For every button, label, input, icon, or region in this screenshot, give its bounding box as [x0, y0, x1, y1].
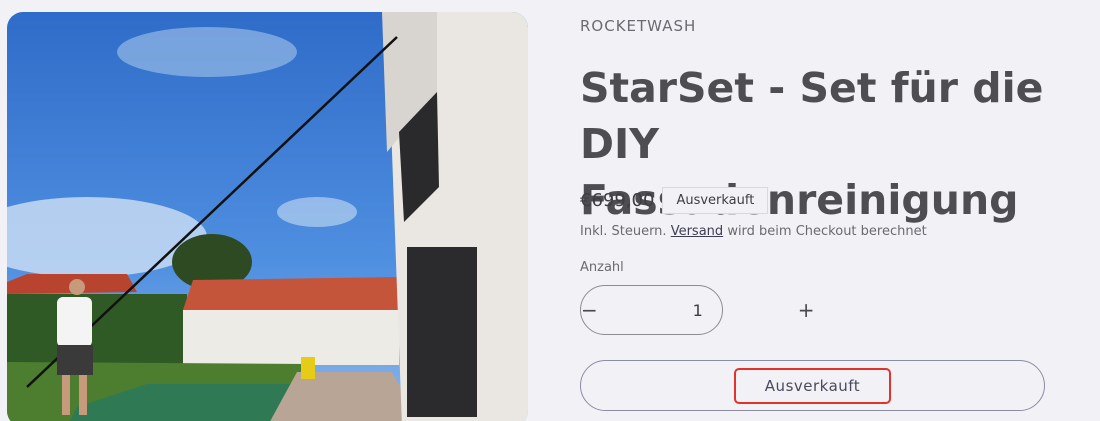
quantity-label: Anzahl — [580, 260, 624, 275]
product-info: ROCKETWASH StarSet - Set für die DIY Fas… — [580, 0, 1100, 421]
vendor-name: ROCKETWASH — [580, 17, 697, 35]
quantity-stepper: − + — [580, 285, 815, 335]
shipping-link[interactable]: Versand — [671, 224, 723, 239]
add-to-cart-button[interactable]: Ausverkauft — [580, 360, 1045, 411]
product-price: €699,00 — [580, 190, 655, 211]
quantity-decrease-button[interactable]: − — [581, 286, 598, 334]
tax-note: Inkl. Steuern. Versand wird beim Checkou… — [580, 224, 927, 239]
tax-suffix: wird beim Checkout berechnet — [727, 224, 927, 239]
add-to-cart-label: Ausverkauft — [733, 367, 892, 404]
tax-prefix: Inkl. Steuern. — [580, 224, 667, 239]
product-image[interactable] — [7, 12, 528, 421]
quantity-input[interactable] — [597, 300, 798, 320]
sold-out-badge: Ausverkauft — [662, 187, 769, 214]
price-row: €699,00 Ausverkauft — [580, 187, 769, 214]
quantity-increase-button[interactable]: + — [798, 286, 815, 334]
product-photo — [7, 12, 528, 421]
